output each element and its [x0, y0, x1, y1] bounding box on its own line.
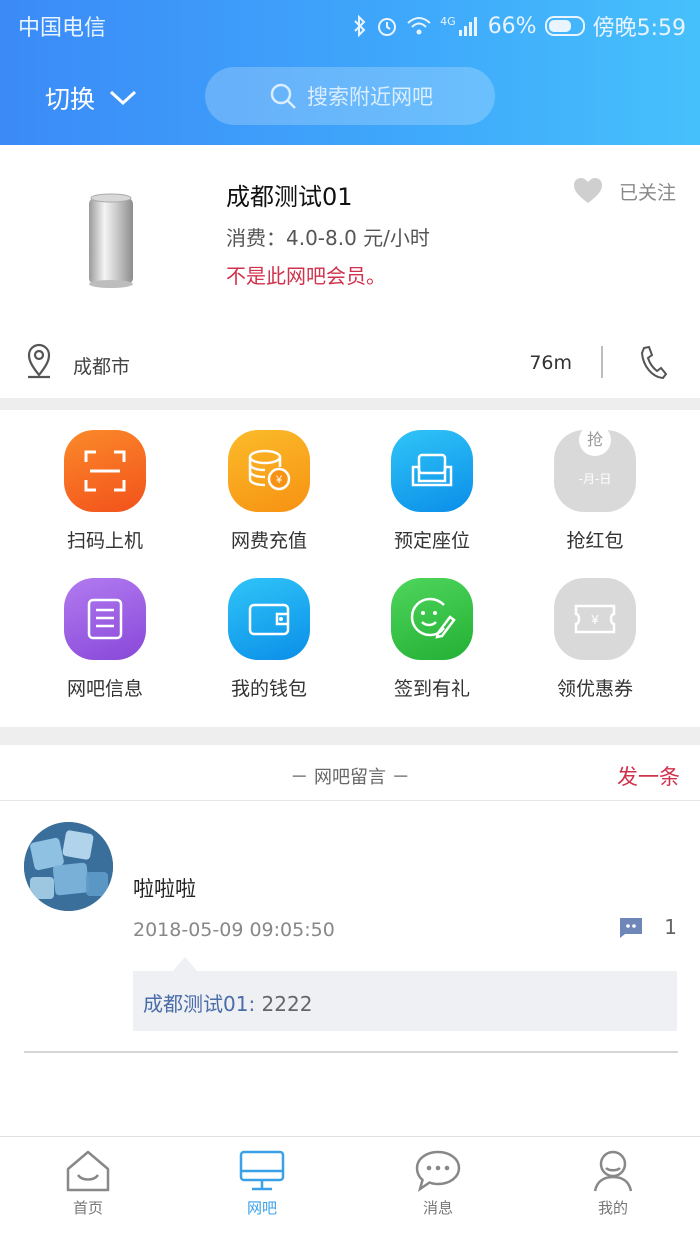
feature-red-packet[interactable]: 抢 -月-日 抢红包 — [513, 424, 677, 553]
header-bar: 中国电信 4G 66% 傍晚5:59 切换 搜索附近网吧 — [0, 0, 700, 145]
tab-internet-cafe[interactable]: 网吧 — [212, 1149, 312, 1218]
smile-sign-icon — [391, 578, 473, 660]
switch-button[interactable]: 切换 — [45, 80, 137, 116]
messages-title: － 网吧留言 － — [290, 767, 410, 788]
sofa-icon — [391, 430, 473, 512]
feature-recharge[interactable]: ¥ 网费充值 — [187, 430, 351, 553]
feature-label: 网吧信息 — [66, 678, 143, 700]
search-placeholder: 搜索附近网吧 — [307, 85, 433, 109]
feature-label: 领优惠券 — [556, 678, 633, 700]
tab-home[interactable]: 首页 — [38, 1149, 138, 1218]
coupon-icon: ¥ — [554, 578, 636, 660]
phone-icon[interactable] — [638, 344, 668, 380]
feature-label: 网费充值 — [230, 530, 307, 552]
red-packet-icon: 抢 -月-日 — [554, 424, 636, 512]
post-message-button[interactable]: 发一条 — [617, 761, 680, 791]
tab-label: 首页 — [72, 1199, 103, 1217]
tab-profile[interactable]: 我的 — [563, 1149, 663, 1218]
feature-label: 扫码上机 — [66, 530, 143, 552]
signal-icon — [458, 17, 477, 36]
tab-messages[interactable]: 消息 — [388, 1149, 488, 1218]
reply-author[interactable]: 成都测试01: — [143, 992, 255, 1016]
feature-label: 签到有礼 — [393, 678, 470, 700]
tab-label: 我的 — [597, 1199, 628, 1217]
comment-button[interactable]: 1 — [618, 915, 677, 939]
distance-label: 76m — [529, 352, 572, 374]
monitor-icon — [239, 1150, 285, 1191]
tab-label: 网吧 — [246, 1199, 277, 1217]
battery-icon — [544, 16, 585, 36]
cafe-card: 成都测试01 消费：4.0-8.0 元/小时 不是此网吧会员。 已关注 成都市 … — [0, 145, 700, 400]
switch-label: 切换 — [45, 85, 96, 114]
scan-icon — [64, 430, 146, 512]
location-row: 成都市 76m — [0, 340, 700, 390]
chevron-down-icon — [110, 90, 137, 106]
feature-label: 预定座位 — [393, 530, 470, 552]
document-icon — [64, 578, 146, 660]
home-icon — [66, 1150, 110, 1192]
message-time: 2018-05-09 09:05:50 — [133, 919, 335, 941]
coin-stack-icon: ¥ — [228, 430, 310, 512]
tab-label: 消息 — [422, 1199, 453, 1217]
battery-percent: 66% — [487, 13, 537, 39]
wifi-icon — [407, 17, 431, 35]
follow-label: 已关注 — [618, 181, 676, 204]
status-icons: 4G 66% 傍晚5:59 — [352, 10, 686, 42]
feature-coupon[interactable]: ¥ 领优惠券 — [513, 578, 677, 701]
divider — [24, 1051, 678, 1053]
svg-text:¥: ¥ — [590, 612, 599, 627]
messages-header: － 网吧留言 － 发一条 — [0, 745, 700, 801]
cafe-name: 成都测试01 — [226, 183, 353, 211]
feature-label: 抢红包 — [566, 530, 624, 552]
feature-reserve[interactable]: 预定座位 — [350, 430, 514, 553]
feature-label: 我的钱包 — [230, 678, 307, 700]
status-bar: 中国电信 4G 66% 傍晚5:59 — [0, 0, 700, 50]
feature-wallet[interactable]: 我的钱包 — [187, 578, 351, 701]
message-text: 啦啦啦 — [133, 877, 196, 901]
search-input[interactable]: 搜索附近网吧 — [205, 67, 495, 125]
comment-count: 1 — [664, 915, 677, 939]
user-icon — [593, 1150, 633, 1192]
divider — [601, 346, 603, 378]
feature-grid: 扫码上机 ¥ 网费充值 预定座位 抢 -月-日 抢红包 网吧信息 我的钱包 签到… — [0, 410, 700, 727]
heart-icon — [573, 178, 602, 203]
avatar[interactable] — [24, 822, 113, 911]
comment-icon — [620, 918, 643, 938]
feature-cafe-info[interactable]: 网吧信息 — [23, 578, 187, 701]
follow-button[interactable]: 已关注 — [573, 177, 676, 205]
svg-text:¥: ¥ — [275, 474, 283, 486]
alarm-icon — [378, 18, 397, 36]
network-type: 4G — [440, 14, 456, 28]
search-icon — [270, 83, 296, 109]
bluetooth-icon — [354, 15, 366, 37]
feature-checkin[interactable]: 签到有礼 — [350, 578, 514, 701]
carrier-label: 中国电信 — [18, 16, 107, 41]
red-packet-date: -月-日 — [578, 471, 612, 486]
wallet-icon — [228, 578, 310, 660]
reply-box: 成都测试01: 2222 — [133, 957, 677, 1031]
page: { "status_bar": { "carrier": "中国电信", "ne… — [0, 0, 700, 1244]
member-status: 不是此网吧会员。 — [226, 264, 386, 288]
red-packet-badge: 抢 — [579, 424, 611, 456]
reply-text: 2222 — [255, 992, 313, 1016]
chat-icon — [415, 1150, 461, 1192]
section-gap — [0, 727, 700, 745]
city-label: 成都市 — [73, 356, 131, 378]
message-item: 啦啦啦 2018-05-09 09:05:50 1 成都测试01: 2222 — [0, 802, 700, 1062]
bottom-tab-bar: 首页 网吧 消息 我的 — [0, 1136, 700, 1244]
section-gap — [0, 398, 700, 410]
cafe-thumbnail — [89, 193, 133, 288]
cafe-price: 消费：4.0-8.0 元/小时 — [226, 226, 430, 250]
location-pin-icon — [27, 343, 51, 379]
feature-scan[interactable]: 扫码上机 — [23, 430, 187, 553]
status-time: 傍晚5:59 — [592, 16, 686, 41]
